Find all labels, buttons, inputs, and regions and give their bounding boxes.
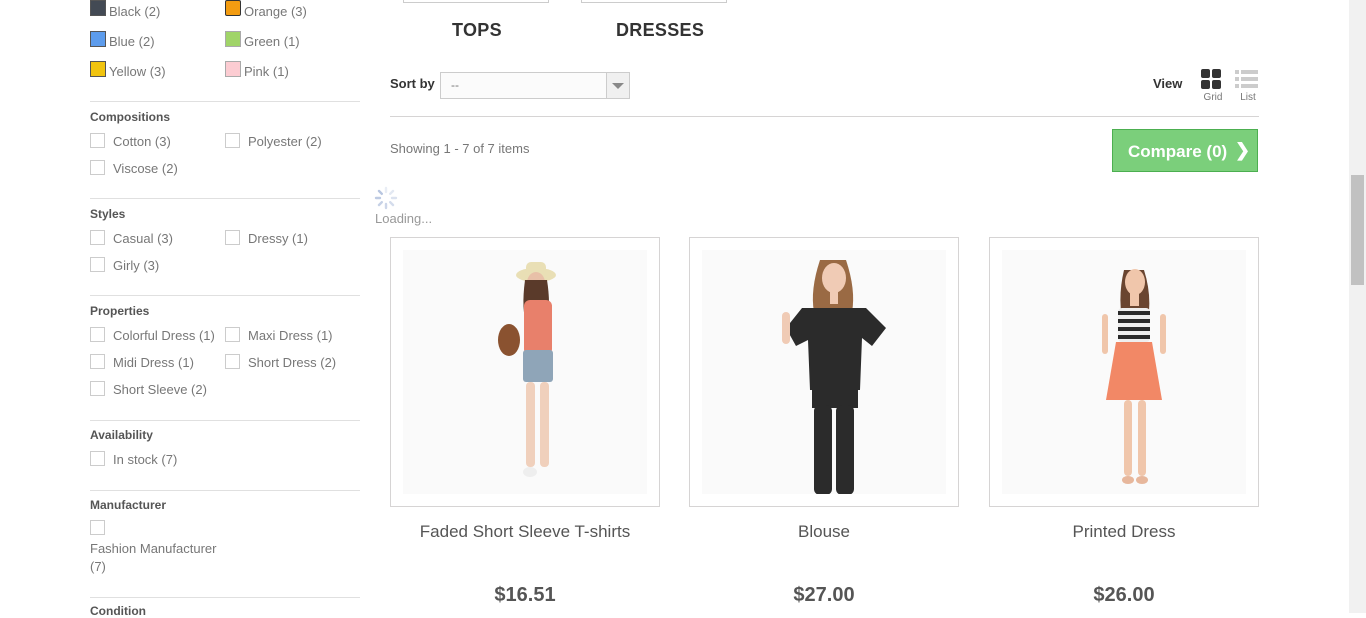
view-list-label: List — [1240, 92, 1256, 103]
checkbox-dressy[interactable] — [225, 230, 240, 245]
color-label-yellow[interactable]: Yellow (3) — [109, 64, 166, 79]
view-grid-label: Grid — [1203, 92, 1223, 103]
checkbox-polyester[interactable] — [225, 133, 240, 148]
view-grid-button[interactable]: Grid — [1198, 68, 1228, 106]
color-label-black[interactable]: Black (2) — [109, 4, 160, 19]
checkbox-colorful-dress[interactable] — [90, 327, 105, 342]
color-swatch-black[interactable] — [90, 0, 106, 16]
subcategory-link-tops[interactable]: TOPS — [452, 20, 502, 41]
divider — [390, 116, 1259, 117]
availability-label-in-stock[interactable]: In stock (7) — [113, 452, 177, 467]
property-label-short-sleeve[interactable]: Short Sleeve (2) — [113, 382, 207, 397]
loading-text: Loading... — [375, 211, 433, 226]
model-figure-icon — [782, 260, 886, 494]
compare-button-label: Compare (0) — [1128, 142, 1228, 161]
checkbox-short-dress[interactable] — [225, 354, 240, 369]
divider — [90, 101, 360, 102]
compositions-title: Compositions — [90, 110, 170, 124]
product-image-faded-tshirt[interactable] — [390, 237, 660, 507]
color-label-pink[interactable]: Pink (1) — [244, 64, 289, 79]
style-label-girly[interactable]: Girly (3) — [113, 258, 159, 273]
color-swatch-pink[interactable] — [225, 61, 241, 77]
composition-label-polyester[interactable]: Polyester (2) — [248, 134, 322, 149]
divider — [90, 597, 360, 598]
page-scrollbar[interactable] — [1349, 0, 1366, 613]
checkbox-girly[interactable] — [90, 257, 105, 272]
property-label-colorful-dress[interactable]: Colorful Dress (1) — [113, 328, 215, 343]
product-name-link[interactable]: Faded Short Sleeve T-shirts — [390, 522, 660, 542]
style-label-casual[interactable]: Casual (3) — [113, 231, 173, 246]
view-label: View — [1153, 76, 1183, 91]
model-figure-icon — [1102, 269, 1166, 484]
product-photo — [1002, 250, 1246, 494]
showing-count: Showing 1 - 7 of 7 items — [390, 141, 530, 156]
checkbox-short-sleeve[interactable] — [90, 381, 105, 396]
checkbox-maxi-dress[interactable] — [225, 327, 240, 342]
checkbox-cotton[interactable] — [90, 133, 105, 148]
product-name-link[interactable]: Blouse — [689, 522, 959, 542]
manufacturer-label-line1[interactable]: Fashion Manufacturer — [90, 541, 216, 556]
divider — [90, 198, 360, 199]
composition-label-viscose[interactable]: Viscose (2) — [113, 161, 178, 176]
color-label-blue[interactable]: Blue (2) — [109, 34, 155, 49]
property-label-midi-dress[interactable]: Midi Dress (1) — [113, 355, 194, 370]
product-price: $27.00 — [793, 584, 855, 606]
product-image-blouse[interactable] — [689, 237, 959, 507]
view-list-button[interactable]: List — [1233, 68, 1263, 106]
product-price: $16.51 — [494, 584, 556, 606]
divider — [90, 490, 360, 491]
checkbox-casual[interactable] — [90, 230, 105, 245]
product-name-link[interactable]: Printed Dress — [989, 522, 1259, 542]
color-swatch-blue[interactable] — [90, 31, 106, 47]
composition-label-cotton[interactable]: Cotton (3) — [113, 134, 171, 149]
manufacturer-title: Manufacturer — [90, 498, 167, 512]
product-photo — [702, 250, 946, 494]
property-label-maxi-dress[interactable]: Maxi Dress (1) — [248, 328, 333, 343]
checkbox-viscose[interactable] — [90, 160, 105, 175]
divider — [90, 420, 360, 421]
property-label-short-dress[interactable]: Short Dress (2) — [248, 355, 336, 370]
chevron-down-icon[interactable] — [606, 73, 629, 98]
sort-select-value: -- — [451, 78, 459, 92]
properties-title: Properties — [90, 304, 150, 318]
chevron-right-icon: ❯ — [1235, 140, 1251, 160]
scrollbar-thumb[interactable] — [1351, 175, 1364, 285]
checkbox-in-stock[interactable] — [90, 451, 105, 466]
color-label-green[interactable]: Green (1) — [244, 34, 300, 49]
manufacturer-label-line2[interactable]: (7) — [90, 559, 106, 574]
color-swatch-orange[interactable] — [225, 0, 241, 16]
color-swatch-green[interactable] — [225, 31, 241, 47]
compare-button[interactable]: Compare (0) ❯ — [1112, 129, 1258, 172]
subcategory-image-tops[interactable] — [403, 0, 549, 3]
product-price: $26.00 — [1093, 584, 1155, 606]
style-label-dressy[interactable]: Dressy (1) — [248, 231, 308, 246]
product-image-printed-dress[interactable] — [989, 237, 1259, 507]
styles-title: Styles — [90, 207, 126, 221]
color-label-orange[interactable]: Orange (3) — [244, 4, 307, 19]
divider — [90, 295, 360, 296]
sort-select[interactable]: -- — [440, 72, 630, 99]
checkbox-fashion-manufacturer[interactable] — [90, 520, 105, 535]
checkbox-midi-dress[interactable] — [90, 354, 105, 369]
sort-by-label: Sort by — [390, 76, 435, 91]
model-figure-icon — [498, 262, 556, 477]
subcategory-link-dresses[interactable]: DRESSES — [616, 20, 704, 41]
subcategory-image-dresses[interactable] — [581, 0, 727, 3]
product-photo — [403, 250, 647, 494]
loading-spinner-icon — [374, 186, 398, 210]
color-swatch-yellow[interactable] — [90, 61, 106, 77]
availability-title: Availability — [90, 428, 153, 442]
condition-title: Condition — [90, 604, 146, 618]
